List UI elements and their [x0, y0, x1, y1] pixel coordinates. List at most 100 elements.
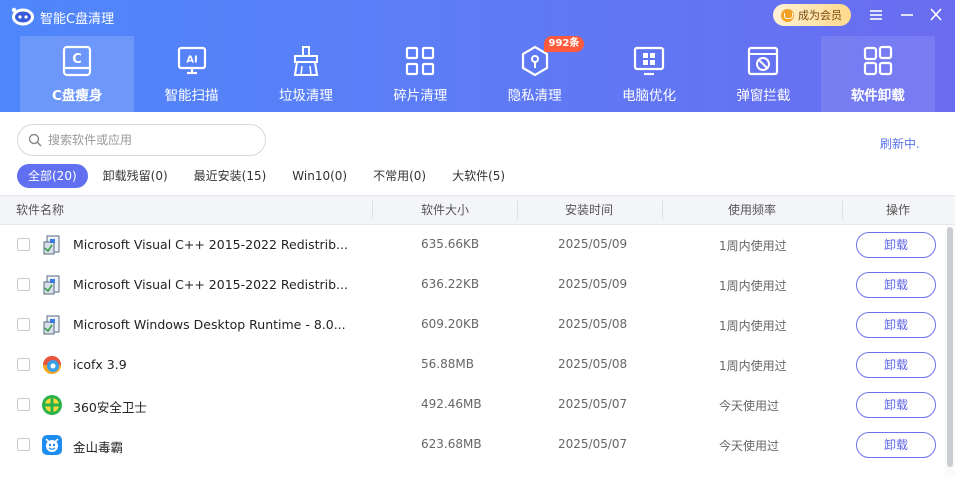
icofx-icon [41, 354, 63, 376]
close-icon[interactable] [924, 4, 948, 26]
install-date: 2025/05/07 [558, 437, 628, 451]
nav-tab-junk-clean[interactable]: 垃圾清理 [249, 36, 363, 112]
scrollbar-thumb[interactable] [947, 227, 953, 467]
table-row: 360安全卫士 492.46MB 2025/05/07 今天使用过 卸载 [0, 385, 945, 425]
nav-label: 弹窗拦截 [736, 88, 791, 104]
nav-label: 碎片清理 [393, 88, 448, 104]
software-list: Microsoft Visual C++ 2015-2022 Redistrib… [0, 225, 945, 465]
app-name: Microsoft Windows Desktop Runtime - 8.0.… [73, 317, 346, 332]
usage-frequency: 1周内使用过 [719, 359, 787, 373]
row-checkbox[interactable] [17, 278, 30, 291]
nav-tab-ai-scan[interactable]: AI 智能扫描 [134, 36, 248, 112]
header-size[interactable]: 软件大小 [421, 196, 469, 224]
filter-bar: 全部(20) 卸载残留(0) 最近安装(15) Win10(0) 不常用(0) … [17, 164, 516, 188]
uninstall-button[interactable]: 卸载 [856, 272, 936, 298]
title-bar: 智能C盘清理 成为会员 [0, 0, 955, 32]
install-date: 2025/05/08 [558, 317, 628, 331]
nav-label: C盘瘦身 [51, 88, 103, 104]
nav-tab-fragment-clean[interactable]: 碎片清理 [363, 36, 477, 112]
privacy-count-badge: 992条 [543, 36, 585, 52]
filter-residual[interactable]: 卸载残留(0) [92, 164, 179, 188]
360-icon [41, 394, 63, 416]
installer-icon [41, 274, 63, 296]
filter-large[interactable]: 大软件(5) [441, 164, 516, 188]
row-checkbox[interactable] [17, 358, 30, 371]
uninstall-button[interactable]: 卸载 [856, 312, 936, 338]
c-drive-icon: C [60, 44, 94, 78]
grid-icon [403, 44, 437, 78]
refresh-status[interactable]: 刷新中. [880, 135, 920, 152]
header-divider [517, 201, 518, 219]
search-input[interactable] [48, 133, 248, 147]
table-header: 软件名称 软件大小 安装时间 使用频率 操作 [0, 195, 955, 225]
table-row: 金山毒霸 623.68MB 2025/05/07 今天使用过 卸载 [0, 425, 945, 465]
install-date: 2025/05/07 [558, 397, 628, 411]
popup-block-icon [746, 44, 780, 78]
install-date: 2025/05/09 [558, 237, 628, 251]
nav-tab-pc-optimize[interactable]: 电脑优化 [592, 36, 706, 112]
usage-frequency: 今天使用过 [719, 399, 780, 413]
scrollbar[interactable] [945, 225, 955, 477]
filter-recent[interactable]: 最近安装(15) [183, 164, 278, 188]
row-checkbox[interactable] [17, 398, 30, 411]
row-checkbox[interactable] [17, 318, 30, 331]
uninstall-button[interactable]: 卸载 [856, 432, 936, 458]
app-size: 636.22KB [421, 277, 480, 291]
search-box[interactable] [17, 124, 266, 156]
windows-icon [632, 44, 666, 78]
filter-all[interactable]: 全部(20) [17, 164, 88, 188]
row-checkbox[interactable] [17, 438, 30, 451]
usage-frequency: 今天使用过 [719, 439, 780, 453]
installer-icon [41, 314, 63, 336]
ai-scan-icon: AI [175, 44, 209, 78]
menu-icon[interactable] [864, 4, 888, 26]
header-action: 操作 [886, 203, 911, 217]
header-bar: 智能C盘清理 成为会员 C C盘瘦身 AI 智能扫描 垃圾清理 碎片清理 隐私清… [0, 0, 955, 112]
header-divider [842, 201, 843, 219]
app-size: 492.46MB [421, 397, 482, 411]
vip-crown-icon [781, 8, 794, 22]
uninstall-button[interactable]: 卸载 [856, 352, 936, 378]
usage-frequency: 1周内使用过 [719, 279, 787, 293]
header-date[interactable]: 安装时间 [565, 196, 613, 224]
nav-label: 垃圾清理 [278, 88, 333, 104]
search-icon [28, 133, 42, 147]
install-date: 2025/05/08 [558, 357, 628, 371]
table-row: Microsoft Visual C++ 2015-2022 Redistrib… [0, 225, 945, 265]
app-size: 56.88MB [421, 357, 474, 371]
app-name: icofx 3.9 [73, 357, 127, 372]
usage-frequency: 1周内使用过 [719, 239, 787, 253]
app-name: 金山毒霸 [73, 440, 124, 455]
nav-label: 软件卸载 [850, 88, 905, 104]
table-row: Microsoft Visual C++ 2015-2022 Redistrib… [0, 265, 945, 305]
app-grid-icon [861, 44, 895, 78]
uninstall-button[interactable]: 卸载 [856, 232, 936, 258]
filter-rarely-used[interactable]: 不常用(0) [362, 164, 437, 188]
app-name: Microsoft Visual C++ 2015-2022 Redistrib… [73, 237, 349, 252]
row-checkbox[interactable] [17, 238, 30, 251]
app-size: 635.66KB [421, 237, 480, 251]
app-title: 智能C盘清理 [40, 12, 115, 27]
nav-tab-c-slim[interactable]: C C盘瘦身 [20, 36, 135, 112]
header-name[interactable]: 软件名称 [16, 196, 64, 224]
nav-tab-popup-block[interactable]: 弹窗拦截 [706, 36, 820, 112]
nav-tab-privacy-clean[interactable]: 隐私清理 992条 [478, 36, 592, 112]
vip-button[interactable]: 成为会员 [773, 4, 851, 26]
installer-icon [41, 234, 63, 256]
nav-label: 隐私清理 [507, 88, 562, 104]
header-frequency[interactable]: 使用频率 [728, 196, 776, 224]
table-row: Microsoft Windows Desktop Runtime - 8.0.… [0, 305, 945, 345]
main-nav: C C盘瘦身 AI 智能扫描 垃圾清理 碎片清理 隐私清理 992条 电脑优化 … [20, 36, 935, 112]
broom-icon [289, 44, 323, 78]
nav-tab-uninstall[interactable]: 软件卸载 [820, 36, 935, 112]
header-divider [372, 201, 373, 219]
svg-text:C: C [72, 52, 82, 67]
nav-label: 智能扫描 [164, 88, 219, 104]
app-size: 623.68MB [421, 437, 482, 451]
uninstall-button[interactable]: 卸载 [856, 392, 936, 418]
usage-frequency: 1周内使用过 [719, 319, 787, 333]
filter-win10[interactable]: Win10(0) [281, 164, 358, 188]
app-logo-icon [10, 5, 36, 27]
svg-text:AI: AI [186, 55, 197, 66]
minimize-icon[interactable] [895, 4, 919, 26]
